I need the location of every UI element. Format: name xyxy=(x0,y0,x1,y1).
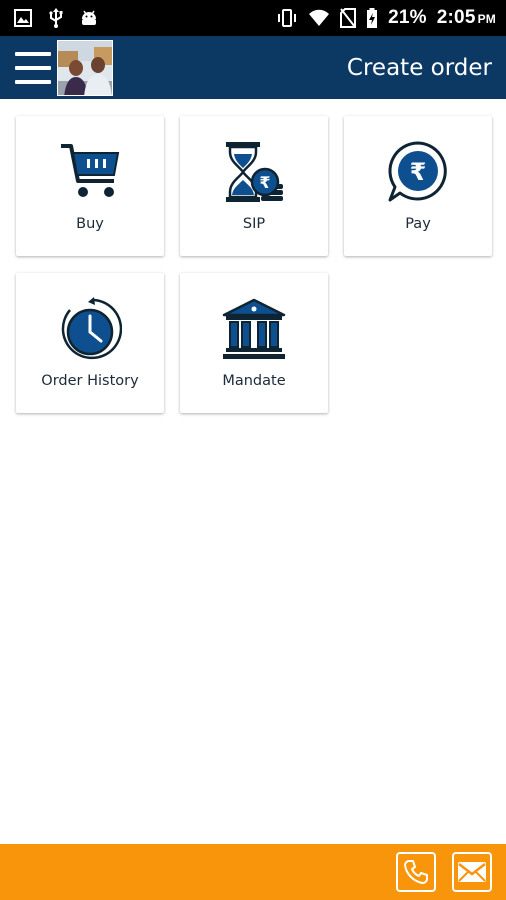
svg-text:₹: ₹ xyxy=(410,158,427,186)
status-left-icons xyxy=(14,8,98,28)
order-history-tile[interactable]: Order History xyxy=(16,273,164,413)
status-right-icons: 21% 2:05 PM xyxy=(276,7,496,29)
buy-label: Buy xyxy=(76,216,104,232)
usb-icon xyxy=(48,8,64,28)
phone-icon[interactable] xyxy=(396,852,436,892)
no-sim-icon xyxy=(340,8,357,28)
bank-icon xyxy=(180,297,328,361)
clock-history-icon xyxy=(16,297,164,361)
mail-icon[interactable] xyxy=(452,852,492,892)
page-title: Create order xyxy=(346,54,492,81)
bottom-contact-bar xyxy=(0,844,506,900)
mandate-tile[interactable]: Mandate xyxy=(180,273,328,413)
clock-time: 2:05 xyxy=(436,7,476,28)
battery-percent: 21% xyxy=(388,7,427,28)
shopping-cart-icon xyxy=(16,140,164,204)
buy-tile[interactable]: Buy xyxy=(16,116,164,256)
status-bar: 21% 2:05 PM xyxy=(0,0,506,36)
vibrate-icon xyxy=(276,9,298,27)
order-history-label: Order History xyxy=(41,373,139,389)
battery-charging-icon xyxy=(366,8,378,28)
gallery-icon xyxy=(14,9,32,27)
pay-label: Pay xyxy=(405,216,431,232)
clock-ampm: PM xyxy=(477,12,496,26)
rupee-chat-icon: ₹ xyxy=(344,140,492,204)
wifi-icon xyxy=(308,9,330,27)
avatar[interactable] xyxy=(57,39,113,96)
sip-label: SIP xyxy=(242,216,266,232)
clock: 2:05 PM xyxy=(437,7,496,29)
pay-tile[interactable]: ₹ Pay xyxy=(344,116,492,256)
svg-text:₹: ₹ xyxy=(259,173,270,192)
hourglass-rupee-icon: ₹ xyxy=(180,140,328,204)
android-icon xyxy=(80,8,98,28)
app-bar: Create order xyxy=(0,36,506,99)
mandate-label: Mandate xyxy=(222,373,286,389)
hamburger-menu-icon[interactable] xyxy=(15,51,51,84)
sip-tile[interactable]: ₹ SIP xyxy=(180,116,328,256)
